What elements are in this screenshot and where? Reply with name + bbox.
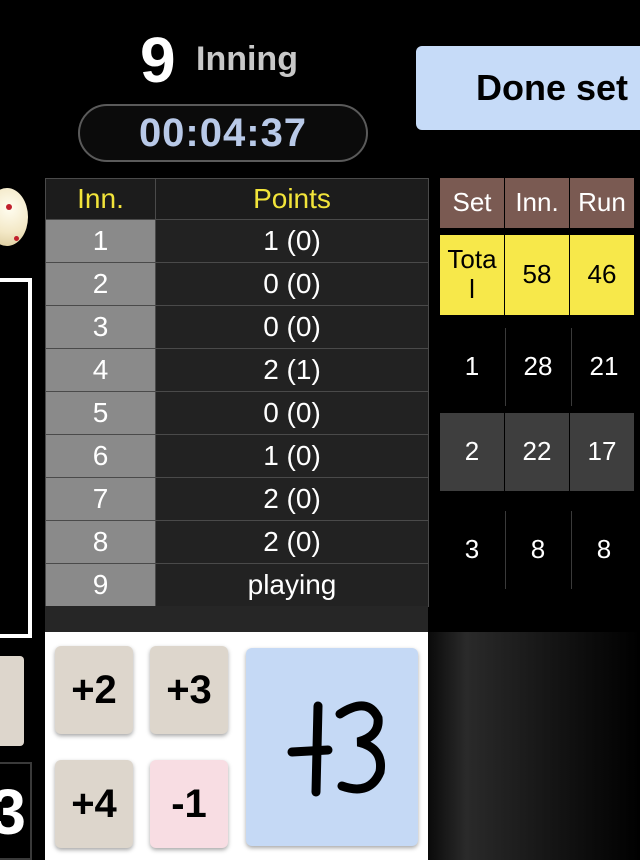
left-action-button[interactable] — [0, 656, 24, 746]
table-row[interactable]: 2 0 (0) — [45, 262, 429, 306]
game-timer: 00:04:37 — [78, 104, 368, 162]
plus-2-button[interactable]: +2 — [55, 646, 133, 734]
total-run: 46 — [570, 235, 634, 315]
table-row[interactable]: 7 2 (0) — [45, 477, 429, 521]
set-run: 8 — [571, 511, 636, 589]
table-row[interactable]: 4 2 (1) — [45, 348, 429, 392]
points-column-header: Points — [155, 178, 429, 220]
table-row[interactable]: 2 22 17 — [440, 413, 635, 491]
innings-column-header: Inn. — [505, 178, 569, 228]
inning-label: Inning — [196, 40, 298, 78]
innings-table-header: Inn. Points — [45, 178, 429, 220]
set-run: 17 — [570, 413, 634, 491]
current-score-card[interactable] — [246, 648, 418, 846]
inning-cell: 8 — [45, 520, 156, 564]
ball-marker-dot — [14, 236, 19, 241]
sets-table-header: Set Inn. Run — [440, 178, 635, 228]
table-row[interactable]: 6 1 (0) — [45, 434, 429, 478]
innings-table-footer — [45, 606, 428, 632]
run-column-header: Run — [570, 178, 634, 228]
score-button-panel: +2 +3 +4 -1 — [45, 632, 428, 860]
done-set-button[interactable]: Done set — [416, 46, 640, 130]
table-row[interactable]: 8 2 (0) — [45, 520, 429, 564]
inning-cell: 1 — [45, 219, 156, 263]
set-number: 3 — [440, 511, 504, 589]
inning-cell: 2 — [45, 262, 156, 306]
table-row[interactable]: 1 1 (0) — [45, 219, 429, 263]
points-cell: 2 (1) — [155, 348, 429, 392]
points-cell: playing — [155, 563, 429, 607]
minus-1-button[interactable]: -1 — [150, 760, 228, 848]
set-innings: 28 — [505, 328, 570, 406]
plus-3-button[interactable]: +3 — [150, 646, 228, 734]
plus-4-button[interactable]: +4 — [55, 760, 133, 848]
points-cell: 2 (0) — [155, 477, 429, 521]
inning-cell: 5 — [45, 391, 156, 435]
table-row[interactable]: 3 8 8 — [440, 511, 637, 589]
set-innings: 8 — [505, 511, 570, 589]
current-inning-number: 9 — [140, 24, 176, 96]
right-panel-shadow — [428, 632, 640, 860]
points-cell: 2 (0) — [155, 520, 429, 564]
points-cell: 0 (0) — [155, 305, 429, 349]
table-row[interactable]: 1 28 21 — [440, 328, 637, 406]
points-cell: 1 (0) — [155, 219, 429, 263]
table-row[interactable]: 9 playing — [45, 563, 429, 607]
sets-total-row: Total 58 46 — [440, 235, 635, 315]
total-label: Total — [440, 235, 504, 315]
points-cell: 0 (0) — [155, 391, 429, 435]
points-cell: 1 (0) — [155, 434, 429, 478]
points-cell: 0 (0) — [155, 262, 429, 306]
table-row[interactable]: 3 0 (0) — [45, 305, 429, 349]
inning-column-header: Inn. — [45, 178, 156, 220]
set-number: 2 — [440, 413, 504, 491]
set-innings: 22 — [505, 413, 569, 491]
handwritten-score — [287, 701, 386, 797]
inning-cell: 7 — [45, 477, 156, 521]
inning-cell: 6 — [45, 434, 156, 478]
set-column-header: Set — [440, 178, 504, 228]
inning-cell: 4 — [45, 348, 156, 392]
innings-table: Inn. Points 1 1 (0) 2 0 (0) 3 0 (0) 4 2 … — [45, 178, 429, 607]
set-number: 1 — [440, 328, 504, 406]
inning-cell: 3 — [45, 305, 156, 349]
total-innings: 58 — [505, 235, 569, 315]
left-partial-score: 3 — [0, 762, 32, 860]
inning-cell: 9 — [45, 563, 156, 607]
set-run: 21 — [571, 328, 636, 406]
ball-marker-dot — [6, 204, 12, 210]
table-row[interactable]: 5 0 (0) — [45, 391, 429, 435]
player-panel-frame — [0, 278, 32, 638]
